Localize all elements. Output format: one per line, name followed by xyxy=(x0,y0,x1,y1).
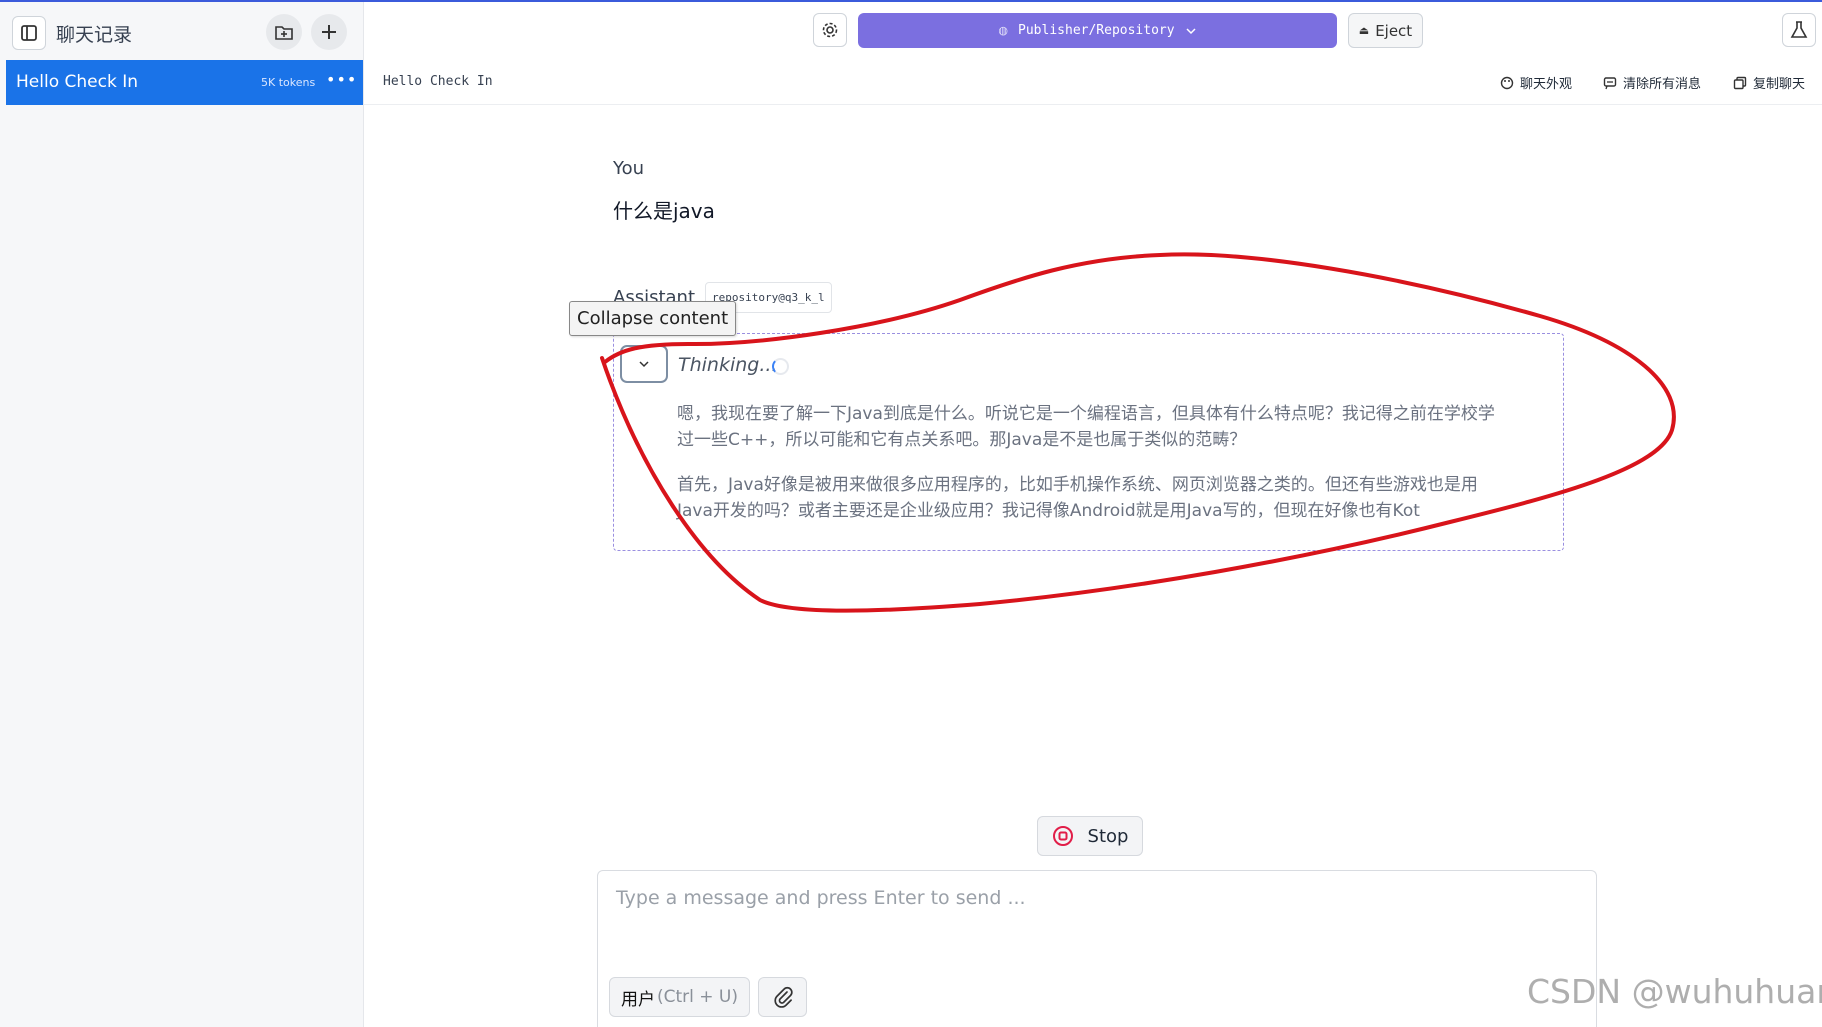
collapse-content-tooltip: Collapse content xyxy=(569,301,737,336)
chat-appearance-button[interactable]: 聊天外观 xyxy=(1500,73,1572,92)
chat-history-sidebar: 聊天记录 Hello Check In 5K tokens ••• xyxy=(0,2,364,1027)
model-chip-icon: ◍ xyxy=(998,24,1009,37)
chat-title: Hello Check In xyxy=(383,74,493,89)
chat-item-more-button[interactable]: ••• xyxy=(326,70,357,89)
role-shortcut: (Ctrl + U) xyxy=(657,987,739,1007)
copy-chat-button[interactable]: 复制聊天 xyxy=(1733,73,1805,92)
attach-file-button[interactable] xyxy=(758,977,807,1017)
clear-messages-label: 清除所有消息 xyxy=(1623,77,1702,92)
thinking-paragraph: 嗯，我现在要了解一下Java到底是什么。听说它是一个编程语言，但具体有什么特点呢… xyxy=(677,404,1495,450)
eject-icon: ⏏ xyxy=(1358,24,1370,37)
eject-button[interactable]: ⏏ Eject xyxy=(1348,13,1423,48)
thinking-label: Thinking... xyxy=(678,354,778,376)
watermark: CSDN @wuhuhuan xyxy=(1527,972,1822,1011)
chevron-down-icon xyxy=(639,361,649,368)
user-message-text: 什么是java xyxy=(613,199,715,223)
flask-icon xyxy=(1790,21,1808,38)
role-toggle-button[interactable]: 用户 (Ctrl + U) xyxy=(609,977,751,1017)
stop-label: Stop xyxy=(1087,825,1129,847)
message-input[interactable] xyxy=(614,885,1578,949)
collapse-content-button[interactable] xyxy=(620,345,668,383)
copy-icon xyxy=(1733,76,1747,89)
new-folder-icon xyxy=(275,26,293,40)
clear-messages-icon xyxy=(1603,76,1617,89)
model-selector-label: Publisher/Repository xyxy=(1018,23,1175,38)
message-composer: 用户 (Ctrl + U) xyxy=(597,870,1597,1027)
eject-label: Eject xyxy=(1375,21,1413,40)
chat-header-bar: Hello Check In 聊天外观 清除所有消息 复制聊天 xyxy=(364,60,1822,105)
paperclip-icon xyxy=(773,986,793,1008)
sidebar-title: 聊天记录 xyxy=(56,24,133,46)
sidebar-chat-item[interactable]: Hello Check In 5K tokens ••• xyxy=(6,60,363,105)
role-label: 用户 xyxy=(621,989,655,1010)
stop-icon xyxy=(1052,826,1073,846)
chat-appearance-label: 聊天外观 xyxy=(1520,77,1573,92)
new-chat-button[interactable] xyxy=(311,14,347,50)
clear-messages-button[interactable]: 清除所有消息 xyxy=(1603,73,1701,92)
loading-spinner-icon xyxy=(772,358,789,375)
new-folder-button[interactable] xyxy=(266,14,302,50)
sidebar-toggle-icon xyxy=(21,25,37,41)
gear-icon xyxy=(822,22,838,38)
palette-icon xyxy=(1500,76,1514,89)
copy-chat-label: 复制聊天 xyxy=(1753,77,1806,92)
chevron-down-icon xyxy=(1186,27,1196,34)
stop-button[interactable]: Stop xyxy=(1037,816,1143,856)
thinking-paragraph: 首先，Java好像是被用来做很多应用程序的，比如手机操作系统、网页浏览器之类的。… xyxy=(677,475,1478,521)
chat-item-label: Hello Check In xyxy=(16,72,138,92)
user-role-label: You xyxy=(613,158,645,179)
settings-button[interactable] xyxy=(813,13,847,47)
model-selector-button[interactable]: ◍ Publisher/Repository xyxy=(858,13,1337,48)
experiment-button[interactable] xyxy=(1782,13,1816,47)
sidebar-toggle-button[interactable] xyxy=(12,16,46,50)
plus-icon xyxy=(322,25,336,39)
chat-item-tokens: 5K tokens xyxy=(261,76,316,89)
